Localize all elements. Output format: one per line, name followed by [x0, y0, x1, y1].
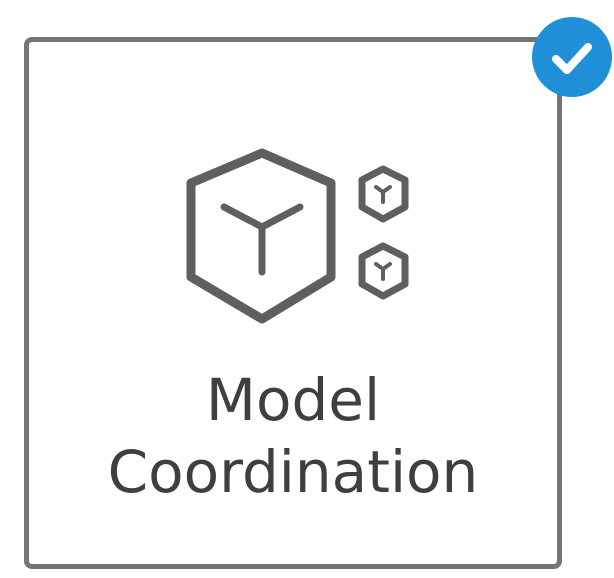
- checkmark-icon: [552, 43, 592, 74]
- selected-check-badge[interactable]: [532, 17, 612, 97]
- tile-label-line1: Model: [205, 366, 381, 434]
- model-coordination-icon: [186, 148, 409, 324]
- model-coordination-tile[interactable]: Model Coordination: [24, 37, 562, 569]
- tile-label: Model Coordination: [29, 364, 557, 508]
- tile-label-line2: Coordination: [107, 438, 479, 506]
